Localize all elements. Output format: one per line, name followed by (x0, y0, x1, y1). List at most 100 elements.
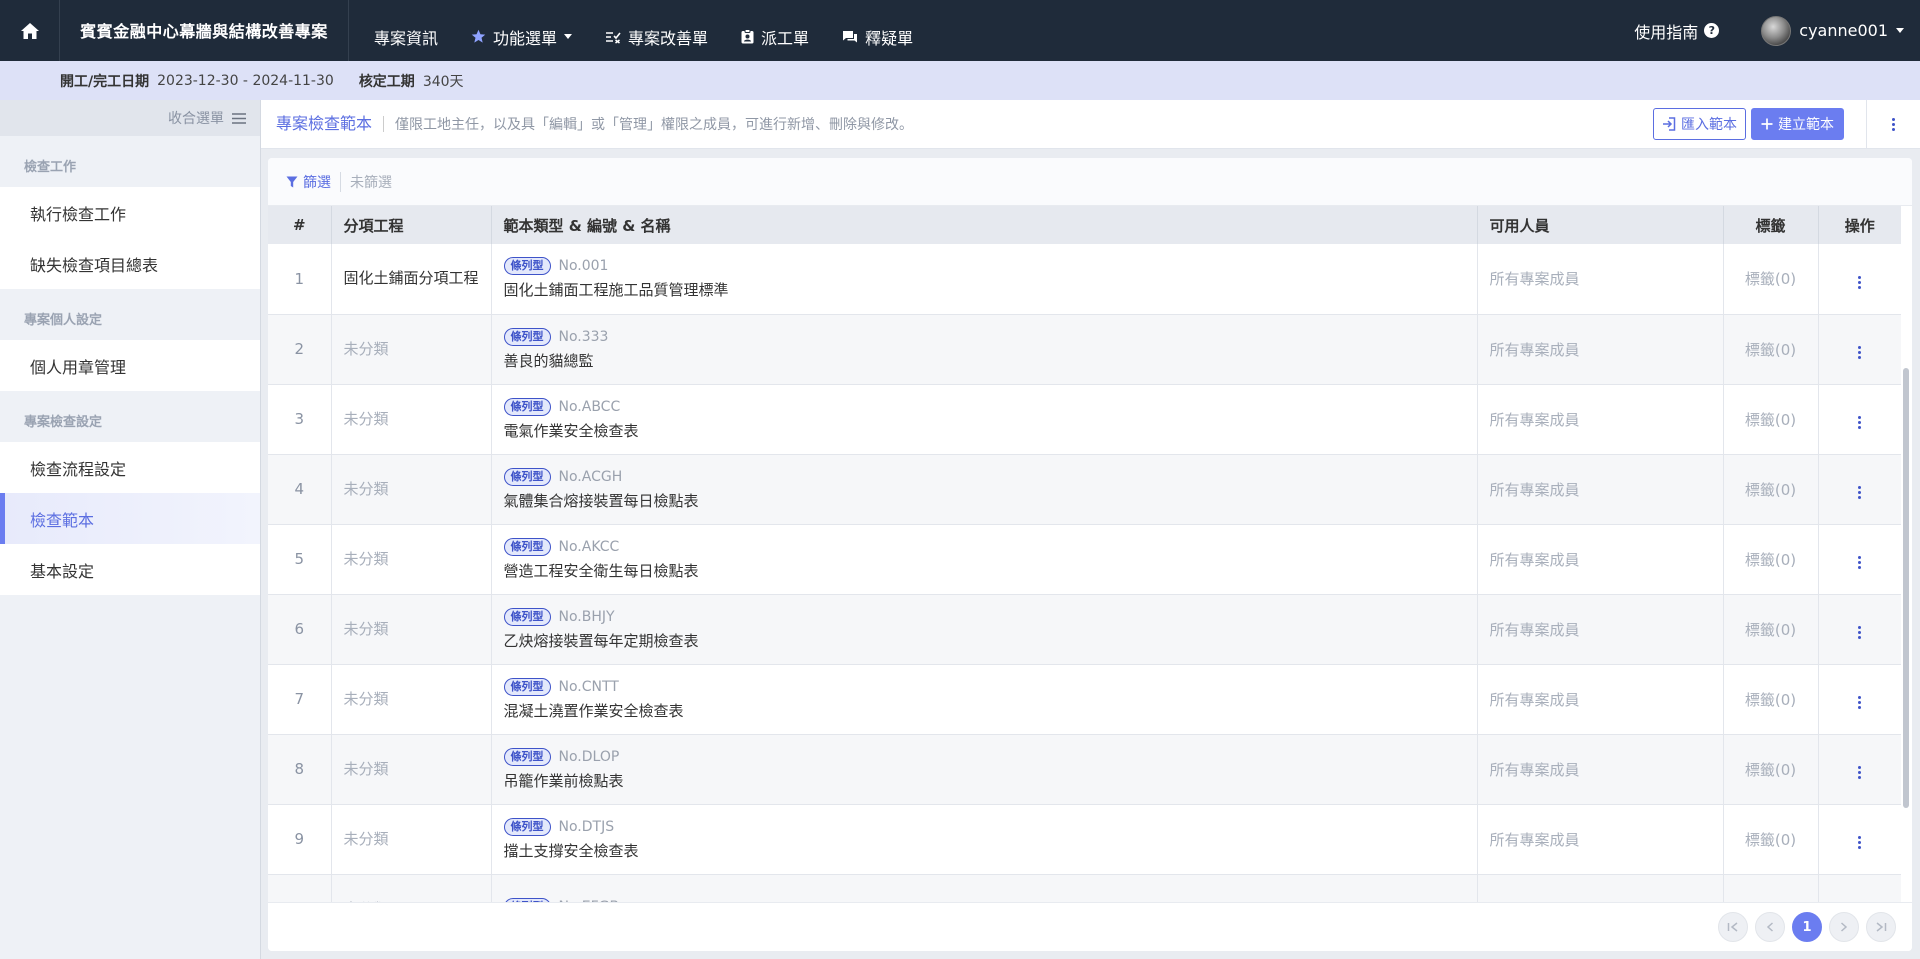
template-name[interactable]: 混凝土澆置作業安全檢查表 (504, 700, 1465, 721)
row-menu-kebab-icon[interactable] (1854, 552, 1865, 573)
row-tags[interactable]: 標籤(0) (1723, 384, 1819, 454)
row-menu-kebab-icon[interactable] (1854, 342, 1865, 363)
row-template[interactable]: 條列型 No.CNTT 混凝土澆置作業安全檢查表 (491, 664, 1478, 734)
page-description: 僅限工地主任，以及具「編輯」或「管理」權限之成員，可進行新增、刪除與修改。 (395, 117, 914, 133)
table-row[interactable]: 2 未分類 條列型 No.333 善良的貓總監 所有專案成員 標籤(0) (268, 314, 1901, 384)
template-meta: 條列型 No.CNTT (503, 677, 1465, 696)
row-actions (1818, 244, 1901, 314)
row-template[interactable]: 條列型 No.BHJY 乙炔熔接裝置每年定期檢查表 (491, 594, 1478, 664)
table-row[interactable]: 10未分類條列型No.EFGB所有專案成員標籤(0) (268, 874, 1901, 902)
next-page-button[interactable] (1829, 912, 1859, 942)
filter-bar: 篩選 未篩選 (268, 158, 1912, 206)
filter-status: 未篩選 (350, 174, 392, 191)
template-name[interactable]: 電氣作業安全檢查表 (504, 420, 1465, 441)
row-number: 10 (268, 874, 332, 902)
nav-dispatch[interactable]: 派工單 (741, 25, 809, 49)
user-guide-link[interactable]: 使用指南 ? (1634, 19, 1720, 43)
row-template[interactable]: 條列型 No.DLOP 吊籠作業前檢點表 (491, 734, 1478, 804)
more-options-button[interactable] (1866, 99, 1920, 149)
template-name[interactable]: 固化土鋪面工程施工品質管理標準 (504, 279, 1465, 300)
template-number: No.001 (558, 258, 609, 275)
row-number: 8 (268, 734, 332, 804)
row-menu-kebab-icon[interactable] (1854, 762, 1865, 783)
row-tags[interactable]: 標籤(0) (1723, 454, 1819, 524)
project-info-bar: 開工/完工日期 2023-12-30 - 2024-11-30 核定工期 340… (0, 61, 1920, 100)
row-template[interactable]: 條列型 No.DTJS 擋土支撐安全檢查表 (491, 804, 1478, 874)
row-tags[interactable]: 標籤(0) (1723, 244, 1819, 314)
import-template-button[interactable]: 匯入範本 (1653, 108, 1746, 140)
table-row[interactable]: 3 未分類 條列型 No.ABCC 電氣作業安全檢查表 所有專案成員 標籤(0) (268, 384, 1901, 454)
row-tags[interactable]: 標籤(0) (1723, 734, 1819, 804)
template-type-badge: 條列型 (503, 607, 551, 626)
col-header-num: # (268, 206, 332, 244)
sidebar-item-personal-stamps[interactable]: 個人用章管理 (0, 340, 260, 391)
row-tags[interactable]: 標籤(0) (1723, 874, 1819, 902)
template-name[interactable]: 乙炔熔接裝置每年定期檢查表 (504, 630, 1465, 651)
row-tags[interactable]: 標籤(0) (1723, 314, 1819, 384)
nav-project-info[interactable]: 專案資訊 (374, 25, 438, 49)
filter-button[interactable]: 篩選 (286, 171, 341, 192)
row-menu-kebab-icon[interactable] (1854, 622, 1865, 643)
header-actions: 匯入範本 建立範本 (1653, 108, 1844, 140)
row-template[interactable]: 條列型 No.AKCC 營造工程安全衛生每日檢點表 (491, 524, 1478, 594)
sidebar-item-inspection-flow[interactable]: 檢查流程設定 (0, 442, 260, 493)
row-template[interactable]: 條列型No.EFGB (491, 874, 1478, 902)
templates-table-wrap[interactable]: # 分項工程 範本類型 & 編號 & 名稱 可用人員 標籤 操作 1 固化土鋪面分… (268, 206, 1912, 902)
row-number: 7 (268, 664, 332, 734)
sidebar-item-basic-settings[interactable]: 基本設定 (0, 544, 260, 595)
row-tags[interactable]: 標籤(0) (1723, 664, 1819, 734)
home-button[interactable] (0, 0, 60, 61)
row-menu-kebab-icon[interactable] (1854, 272, 1865, 293)
row-number: 2 (268, 314, 332, 384)
scrollbar-thumb[interactable] (1903, 368, 1909, 808)
sidebar-item-defect-summary[interactable]: 缺失檢查項目總表 (0, 238, 260, 289)
create-template-button[interactable]: 建立範本 (1751, 108, 1844, 140)
row-menu-kebab-icon[interactable] (1854, 412, 1865, 433)
row-template[interactable]: 條列型 No.ABCC 電氣作業安全檢查表 (491, 384, 1478, 454)
templates-card: 篩選 未篩選 # 分項工程 範本類型 & 編號 & 名稱 可用人員 標籤 操作 … (268, 158, 1912, 951)
prev-page-button[interactable] (1755, 912, 1785, 942)
sidebar-item-templates[interactable]: 檢查範本 (0, 493, 260, 544)
row-tags[interactable]: 標籤(0) (1723, 804, 1819, 874)
table-row[interactable]: 1 固化土鋪面分項工程 條列型 No.001 固化土鋪面工程施工品質管理標準 所有專案成員… (268, 244, 1901, 314)
nav-feature-menu[interactable]: 功能選單 (471, 25, 573, 49)
template-name[interactable]: 善良的貓總監 (504, 350, 1465, 371)
row-menu-kebab-icon[interactable] (1854, 692, 1865, 713)
row-template[interactable]: 條列型 No.001 固化土鋪面工程施工品質管理標準 (491, 244, 1478, 314)
nav-improvement[interactable]: 專案改善單 (605, 25, 708, 49)
template-name[interactable]: 營造工程安全衛生每日檢點表 (504, 560, 1465, 581)
table-header-row: # 分項工程 範本類型 & 編號 & 名稱 可用人員 標籤 操作 (268, 206, 1901, 244)
sidebar-section-title: 檢查工作 (24, 160, 77, 175)
last-page-button[interactable] (1866, 912, 1896, 942)
table-row[interactable]: 7 未分類 條列型 No.CNTT 混凝土澆置作業安全檢查表 所有專案成員 標籤(0) (268, 664, 1901, 734)
row-menu-kebab-icon[interactable] (1854, 482, 1865, 503)
template-meta: 條列型 No.BHJY (503, 607, 1465, 626)
row-tags[interactable]: 標籤(0) (1723, 594, 1819, 664)
page-title: 專案檢查範本 (261, 116, 385, 132)
template-name[interactable]: 擋土支撐安全檢查表 (504, 840, 1465, 861)
row-division: 未分類 (331, 734, 492, 804)
row-users: 所有專案成員 (1477, 244, 1724, 314)
clipboard-user-icon (741, 29, 754, 44)
table-row[interactable]: 4 未分類 條列型 No.ACGH 氣體集合熔接裝置每日檢點表 所有專案成員 標籤(0) (268, 454, 1901, 524)
row-menu-kebab-icon[interactable] (1854, 832, 1865, 853)
row-users: 所有專案成員 (1477, 804, 1724, 874)
sidebar-item-execute-inspection[interactable]: 執行檢查工作 (0, 187, 260, 238)
first-page-button[interactable] (1718, 912, 1748, 942)
row-users: 所有專案成員 (1477, 524, 1724, 594)
row-tags[interactable]: 標籤(0) (1723, 524, 1819, 594)
template-name[interactable]: 吊籠作業前檢點表 (504, 770, 1465, 791)
nav-clarification[interactable]: 釋疑單 (842, 25, 913, 49)
table-row[interactable]: 9 未分類 條列型 No.DTJS 擋土支撐安全檢查表 所有專案成員 標籤(0) (268, 804, 1901, 874)
template-name[interactable]: 氣體集合熔接裝置每日檢點表 (504, 490, 1465, 511)
table-row[interactable]: 6 未分類 條列型 No.BHJY 乙炔熔接裝置每年定期檢查表 所有專案成員 標籤(0) (268, 594, 1901, 664)
row-template[interactable]: 條列型 No.ACGH 氣體集合熔接裝置每日檢點表 (491, 454, 1478, 524)
user-menu[interactable]: cyanne001 (1761, 15, 1904, 46)
scrollbar[interactable] (1903, 208, 1909, 808)
page-button-current[interactable]: 1 (1792, 912, 1822, 942)
table-row[interactable]: 8 未分類 條列型 No.DLOP 吊籠作業前檢點表 所有專案成員 標籤(0) (268, 734, 1901, 804)
table-row[interactable]: 5 未分類 條列型 No.AKCC 營造工程安全衛生每日檢點表 所有專案成員 標籤(0) (268, 524, 1901, 594)
row-template[interactable]: 條列型 No.333 善良的貓總監 (491, 314, 1478, 384)
nav-label: 派工單 (761, 28, 810, 48)
collapse-menu-button[interactable]: 收合選單 (0, 100, 260, 136)
